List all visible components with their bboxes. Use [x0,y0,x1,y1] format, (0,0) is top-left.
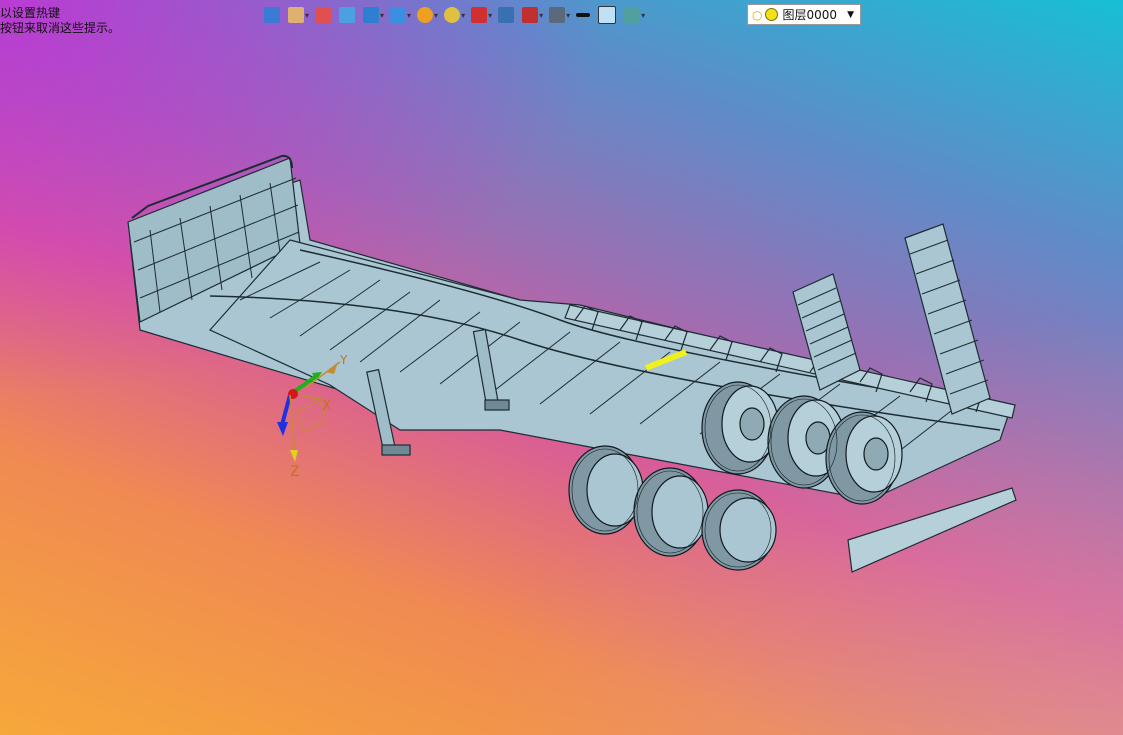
x-axis-label: X [322,398,332,414]
z-axis-arrow [280,394,292,426]
y-axis-label: Y [339,353,348,367]
model-viewport[interactable]: X Y Z [0,0,1123,735]
z-axis-label: Z [290,464,300,480]
